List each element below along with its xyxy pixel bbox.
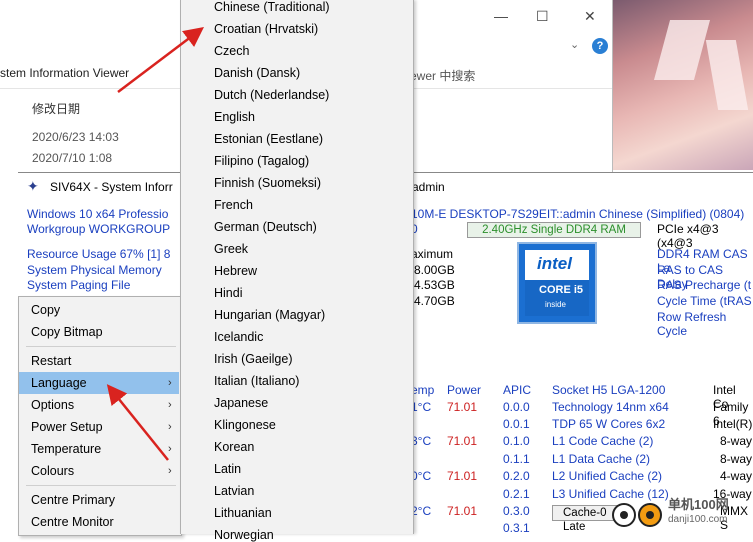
arrow-to-language-list xyxy=(117,26,204,93)
watermark-url: danji100.com xyxy=(668,514,728,525)
watermark-text: 单机100网 xyxy=(668,497,729,512)
annotation-arrows xyxy=(106,26,204,461)
arrow-to-language-item xyxy=(106,384,169,461)
watermark-logo-icon xyxy=(612,503,662,527)
